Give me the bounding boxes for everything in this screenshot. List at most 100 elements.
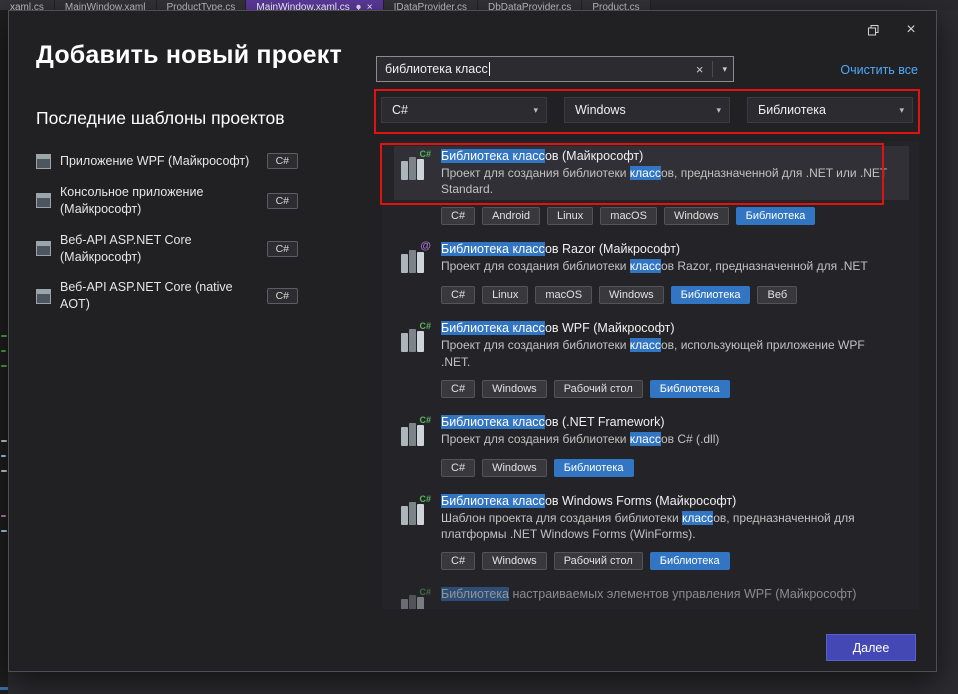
tag-chip[interactable]: Библиотека (650, 552, 730, 570)
code-fragment (1, 455, 6, 457)
result-description: Шаблон проекта для создания библиотеки к… (441, 510, 893, 542)
tag-chip[interactable]: Рабочий стол (554, 552, 643, 570)
tab-label: IDataProvider.cs (394, 2, 467, 10)
recent-list: Приложение WPF (Майкрософт)C# Консольное … (36, 153, 298, 313)
clear-search-button[interactable]: × (689, 62, 711, 77)
tag-chip[interactable]: Windows (482, 552, 547, 570)
tag-chip[interactable]: macOS (535, 286, 592, 304)
result-text: Библиотека классов (Майкрософт) Проект дл… (441, 149, 893, 197)
template-icon (36, 154, 51, 169)
tag-row: C# Android Linux macOS Windows Библиотека (441, 207, 909, 225)
tag-chip[interactable]: C# (441, 459, 475, 477)
search-text: библиотека класс (385, 62, 488, 76)
tag-chip[interactable]: Linux (547, 207, 593, 225)
result-title: Библиотека классов (.NET Framework) (441, 415, 719, 429)
template-result[interactable]: C# Библиотека классов WPF (Майкрософт) Про… (382, 313, 919, 406)
code-fragment (1, 530, 7, 532)
tag-chip[interactable]: Рабочий стол (554, 380, 643, 398)
recent-template-item[interactable]: Приложение WPF (Майкрософт)C# (36, 153, 298, 170)
tag-chip[interactable]: Библиотека (650, 380, 730, 398)
tag-chip[interactable]: Linux (482, 286, 528, 304)
text-part: ов (.NET Framework) (545, 415, 665, 429)
tag-chip[interactable]: Android (482, 207, 540, 225)
icon-language-label: C# (419, 415, 431, 425)
close-icon[interactable]: × (367, 2, 373, 10)
next-button[interactable]: Далее (826, 634, 916, 661)
result-title: Библиотека классов (Майкрософт) (441, 149, 893, 163)
result-description: Проект для создания библиотеки классов R… (441, 258, 868, 274)
close-window-button[interactable]: × (896, 17, 926, 43)
result-text: Библиотека классов Razor (Майкрософт)Про… (441, 242, 868, 276)
status-bar-sliver (0, 672, 8, 694)
text-part: ов Razor, предназначенной для .NET (661, 259, 868, 273)
filter-dropdown-0[interactable]: C#▾ (381, 97, 547, 123)
recent-template-item[interactable]: Веб-API ASP.NET Core (native AOT)C# (36, 279, 298, 313)
code-fragment (1, 440, 7, 442)
icon-language-label: C# (419, 321, 431, 331)
text-part: Проект для создания библиотеки (441, 338, 630, 352)
editor-tab[interactable]: IDataProvider.cs (384, 0, 478, 10)
tag-chip[interactable]: C# (441, 380, 475, 398)
editor-tab[interactable]: MainWindow.xaml (55, 0, 157, 10)
text-part: Проект для создания библиотеки (441, 166, 630, 180)
icon-language-label: C# (419, 587, 431, 597)
language-badge: C# (267, 241, 298, 257)
result-title: Библиотека классов Windows Forms (Майкро… (441, 494, 893, 508)
filter-dropdown-2[interactable]: Библиотека▾ (747, 97, 913, 123)
tag-chip[interactable]: Библиотека (736, 207, 816, 225)
result-description: Проект для создания библиотеки классов, … (441, 337, 893, 369)
text-part: ов (Майкрософт) (545, 149, 643, 163)
tag-chip[interactable]: Веб (757, 286, 797, 304)
result-text: Библиотека классов (.NET Framework) Проек… (441, 415, 719, 449)
editor-tab[interactable]: DbDataProvider.cs (478, 0, 582, 10)
tag-chip[interactable]: Библиотека (671, 286, 751, 304)
recent-template-item[interactable]: Веб-API ASP.NET Core (Майкрософт) C# (36, 232, 298, 266)
tag-chip[interactable]: C# (441, 207, 475, 225)
template-icon: C# (398, 496, 430, 528)
editor-tab[interactable]: MainWindow.xaml.cs× (246, 0, 383, 10)
text-part: класс (682, 511, 713, 525)
clear-all-link[interactable]: Очистить все (840, 63, 918, 77)
text-part: ов Windows Forms (Майкрософт) (545, 494, 736, 508)
filter-dropdown-1[interactable]: Windows▾ (564, 97, 730, 123)
code-fragment (1, 470, 7, 472)
result-title: Библиотека классов WPF (Майкрософт) (441, 321, 893, 335)
result-text: Библиотека классов Windows Forms (Майкро… (441, 494, 893, 542)
recent-template-item[interactable]: Консольное приложение (Майкрософт)C# (36, 184, 298, 218)
template-result[interactable]: C#Библиотека классов (.NET Framework)Про… (382, 407, 919, 486)
text-part: класс (630, 338, 661, 352)
tag-chip[interactable]: Windows (482, 380, 547, 398)
results-list: C#Библиотека классов (Майкрософт)Проект … (382, 141, 919, 609)
text-part: класс (630, 432, 661, 446)
tag-chip[interactable]: Windows (599, 286, 664, 304)
result-main: C# Библиотека настраиваемых элементов упр… (394, 584, 909, 609)
editor-tab[interactable]: xaml.cs (0, 0, 55, 10)
template-label: Веб-API ASP.NET Core (Майкрософт) (60, 232, 258, 266)
tag-chip[interactable]: Windows (482, 459, 547, 477)
tag-chip[interactable]: Windows (664, 207, 729, 225)
template-result[interactable]: C# Библиотека классов (Майкрософт) Проект … (382, 141, 919, 234)
template-icon (36, 241, 51, 256)
tag-row: C# Windows Рабочий стол Библиотека (441, 552, 909, 570)
template-icon (36, 193, 51, 208)
text-part: Проект для создания библиотеки (441, 432, 630, 446)
tag-chip[interactable]: macOS (600, 207, 657, 225)
search-dropdown-button[interactable]: ▾ (712, 61, 727, 77)
result-text: Библиотека классов WPF (Майкрософт) Проек… (441, 321, 893, 369)
search-input[interactable]: библиотека класс × ▾ (376, 56, 734, 82)
tag-chip[interactable]: C# (441, 552, 475, 570)
text-part: Библиотека класс (441, 242, 545, 256)
tag-chip[interactable]: Библиотека (554, 459, 634, 477)
template-icon (36, 289, 51, 304)
result-title: Библиотека настраиваемых элементов управ… (441, 587, 856, 601)
tag-chip[interactable]: C# (441, 286, 475, 304)
template-result[interactable]: C# Библиотека настраиваемых элементов упр… (382, 579, 919, 609)
tag-row: C# Windows Рабочий стол Библиотека (441, 380, 909, 398)
template-result[interactable]: @Библиотека классов Razor (Майкрософт)Пр… (382, 234, 919, 313)
filter-row: C#▾ Windows▾ Библиотека▾ (381, 97, 913, 123)
editor-tab[interactable]: ProductType.cs (157, 0, 247, 10)
editor-tab[interactable]: Product.cs (582, 0, 650, 10)
restore-window-button[interactable] (858, 17, 888, 43)
template-icon: C# (398, 417, 430, 449)
template-result[interactable]: C#Библиотека классов Windows Forms (Майк… (382, 486, 919, 579)
